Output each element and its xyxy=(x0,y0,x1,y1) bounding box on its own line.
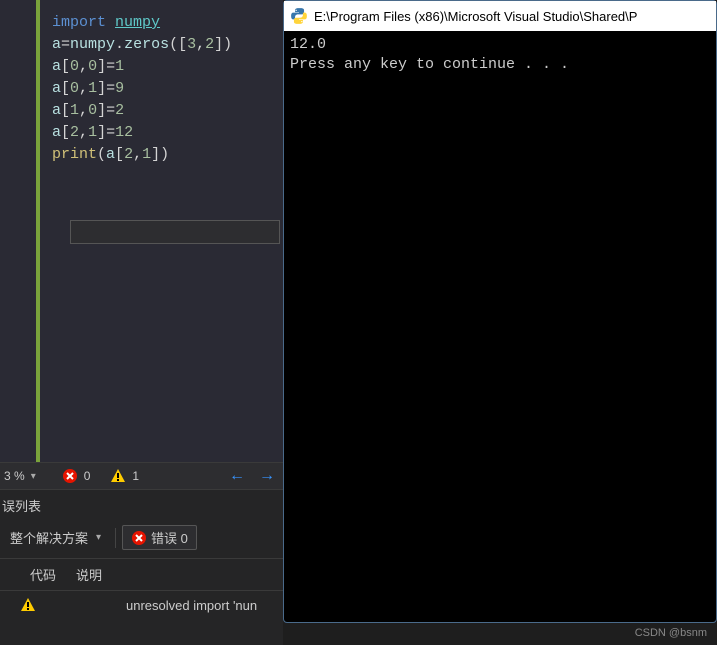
error-icon[interactable] xyxy=(62,468,78,484)
editor-pane: import numpya=numpy.zeros([3,2])a[0,0]=1… xyxy=(0,0,283,645)
search-input[interactable] xyxy=(70,220,280,244)
error-icon xyxy=(131,530,147,546)
error-filter-button[interactable]: 错误 0 xyxy=(122,525,197,550)
output-line-1: 12.0 xyxy=(290,36,326,53)
error-list-row[interactable]: unresolved import 'nun xyxy=(0,591,283,619)
console-window[interactable]: E:\Program Files (x86)\Microsoft Visual … xyxy=(283,0,717,623)
zoom-level[interactable]: 3 % xyxy=(4,469,25,483)
python-icon xyxy=(290,7,308,25)
scope-label: 整个解决方案 xyxy=(10,528,88,547)
col-code[interactable]: 代码 xyxy=(30,565,56,584)
console-output[interactable]: 12.0 Press any key to continue . . . xyxy=(284,31,716,79)
nav-forward-icon[interactable]: → xyxy=(255,467,279,485)
editor-gutter xyxy=(0,0,40,462)
status-bar: 3 % ▾ 0 1 ← → xyxy=(0,462,283,490)
scope-dropdown[interactable]: 整个解决方案 ▾ xyxy=(2,526,109,549)
error-list-columns: 代码 说明 xyxy=(0,559,283,591)
code-editor[interactable]: import numpya=numpy.zeros([3,2])a[0,0]=1… xyxy=(0,0,283,462)
error-filter-label: 错误 0 xyxy=(151,528,188,547)
output-line-2: Press any key to continue . . . xyxy=(290,56,569,73)
error-list-toolbar: 整个解决方案 ▾ 错误 0 xyxy=(0,523,283,559)
warning-count: 1 xyxy=(132,469,139,483)
nav-back-icon[interactable]: ← xyxy=(225,467,249,485)
error-list-title: 误列表 xyxy=(0,490,283,523)
watermark: CSDN @bsnm xyxy=(635,627,707,639)
separator xyxy=(115,528,116,548)
error-list-panel: 误列表 整个解决方案 ▾ 错误 0 代码 说明 unresolved impor… xyxy=(0,490,283,645)
error-message: unresolved import 'nun xyxy=(56,598,257,613)
chevron-down-icon: ▾ xyxy=(96,532,101,543)
console-path: E:\Program Files (x86)\Microsoft Visual … xyxy=(314,9,637,24)
console-title-bar[interactable]: E:\Program Files (x86)\Microsoft Visual … xyxy=(284,1,716,31)
warning-icon[interactable] xyxy=(110,468,126,484)
zoom-dropdown-icon[interactable]: ▾ xyxy=(31,471,36,482)
error-count: 0 xyxy=(84,469,91,483)
warning-icon xyxy=(20,597,36,613)
col-desc[interactable]: 说明 xyxy=(76,565,102,584)
